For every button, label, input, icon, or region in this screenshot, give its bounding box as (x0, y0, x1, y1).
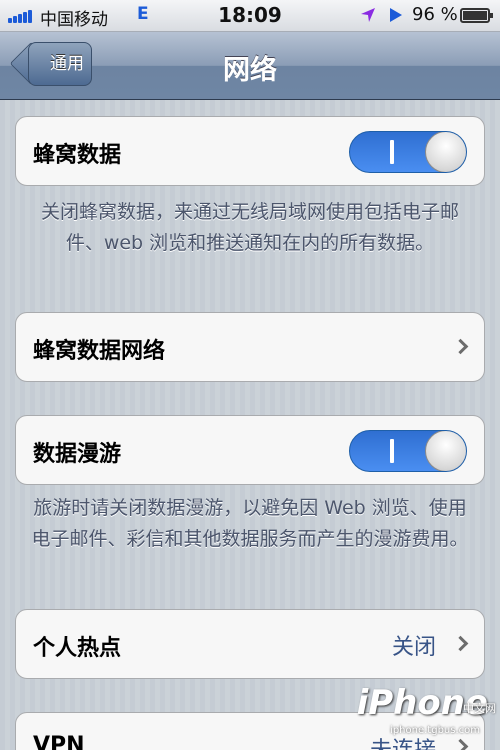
location-arrow-icon (361, 8, 375, 22)
chevron-right-icon (452, 338, 469, 355)
toggle-knob[interactable] (425, 431, 466, 471)
chevron-right-icon (452, 738, 469, 750)
watermark-tag: 中文网 (463, 702, 496, 715)
back-button[interactable]: 通用 (28, 42, 92, 86)
navigation-bar: 通用 网络 (0, 32, 500, 100)
data-roaming-label: 数据漫游 (33, 442, 122, 467)
personal-hotspot-value: 关闭 (391, 635, 436, 660)
play-icon (390, 8, 402, 22)
vpn-label: VPN (33, 733, 85, 750)
cellular-data-footer: 关闭蜂窝数据，来通过无线局域网使用包括电子邮件、web 浏览和推送通知在内的所有… (40, 201, 459, 254)
data-roaming-footer: 旅游时请关闭数据漫游，以避免因 Web 浏览、使用电子邮件、彩信和其他数据服务而… (31, 497, 469, 550)
battery-icon (460, 8, 493, 23)
watermark-site: iphone.tgbus.com (390, 725, 480, 736)
personal-hotspot-row[interactable]: 个人热点 关闭 (15, 609, 485, 679)
chevron-right-icon (452, 635, 469, 652)
cellular-network-label: 蜂窝数据网络 (33, 339, 166, 364)
data-roaming-row: 数据漫游 (15, 415, 485, 485)
toggle-on-indicator (390, 140, 394, 164)
cellular-data-row: 蜂窝数据 (15, 116, 485, 186)
cellular-data-label: 蜂窝数据 (33, 143, 122, 168)
cellular-data-toggle[interactable] (349, 131, 467, 173)
battery-percent: 96 % (412, 4, 458, 25)
personal-hotspot-label: 个人热点 (33, 636, 122, 661)
toggle-knob[interactable] (425, 132, 466, 172)
toggle-on-indicator (390, 439, 394, 463)
cellular-network-row[interactable]: 蜂窝数据网络 (15, 312, 485, 382)
data-roaming-toggle[interactable] (349, 430, 467, 472)
status-bar: 中国移动 E 18:09 96 % (0, 0, 500, 32)
